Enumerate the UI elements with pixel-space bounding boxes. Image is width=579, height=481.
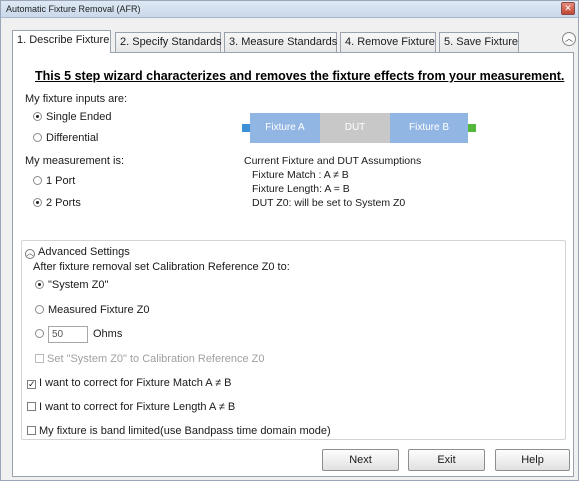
- assumptions-title: Current Fixture and DUT Assumptions: [244, 155, 422, 167]
- dut-block: DUT: [320, 113, 390, 143]
- next-button[interactable]: Next: [322, 449, 399, 471]
- radio-icon: [35, 329, 44, 339]
- window-title: Automatic Fixture Removal (AFR): [6, 4, 141, 14]
- help-button[interactable]: Help: [495, 449, 570, 471]
- title-bar: Automatic Fixture Removal (AFR) ✕: [1, 1, 578, 18]
- exit-button[interactable]: Exit: [408, 449, 485, 471]
- assumption-dut-z0: DUT Z0: will be set to System Z0: [252, 197, 406, 209]
- radio-selected-icon: [33, 112, 42, 121]
- radio-system-z0[interactable]: "System Z0": [35, 279, 108, 291]
- set-system-z0-checkbox[interactable]: Set "System Z0" to Calibration Reference…: [35, 353, 265, 365]
- after-removal-label: After fixture removal set Calibration Re…: [33, 261, 290, 273]
- radio-icon: [35, 305, 44, 314]
- assumption-length: Fixture Length: A = B: [252, 183, 350, 195]
- correct-match-checkbox[interactable]: ✓ I want to correct for Fixture Match A ≠…: [27, 377, 232, 389]
- tab-save-fixture[interactable]: 5. Save Fixture: [439, 32, 519, 52]
- wizard-tabs: 1. Describe Fixture 2. Specify Standards…: [12, 30, 572, 53]
- tab-remove-fixture[interactable]: 4. Remove Fixture: [340, 32, 436, 52]
- close-icon[interactable]: ✕: [561, 2, 575, 15]
- radio-differential[interactable]: Differential: [33, 132, 98, 144]
- port-right-icon: [468, 124, 476, 132]
- checkbox-icon: [35, 354, 44, 363]
- port-left-icon: [242, 124, 250, 132]
- checkbox-icon: [27, 402, 36, 411]
- radio-selected-icon: [35, 280, 44, 289]
- tab-specify-standards[interactable]: 2. Specify Standards: [115, 32, 222, 52]
- radio-measured-fixture-z0[interactable]: Measured Fixture Z0: [35, 304, 149, 316]
- tab-measure-standards[interactable]: 3. Measure Standards: [224, 32, 337, 52]
- radio-1-port[interactable]: 1 Port: [33, 175, 75, 187]
- fixture-b-block: Fixture B: [390, 113, 468, 143]
- afr-dialog: Automatic Fixture Removal (AFR) ✕ 1. Des…: [0, 0, 579, 481]
- fixture-a-block: Fixture A: [250, 113, 320, 143]
- checkbox-checked-icon: ✓: [27, 379, 36, 389]
- collapse-icon: ︿: [25, 249, 35, 259]
- tab-describe-fixture[interactable]: 1. Describe Fixture: [12, 30, 111, 53]
- measurement-label: My measurement is:: [25, 155, 125, 167]
- radio-icon: [33, 133, 42, 142]
- assumption-match: Fixture Match : A ≠ B: [252, 169, 349, 181]
- band-limited-checkbox[interactable]: My fixture is band limited(use Bandpass …: [27, 425, 331, 437]
- correct-length-checkbox[interactable]: I want to correct for Fixture Length A ≠…: [27, 401, 235, 413]
- advanced-settings-toggle[interactable]: ︿ Advanced Settings: [25, 246, 130, 259]
- collapse-chevron-icon[interactable]: ︿: [562, 32, 576, 46]
- radio-selected-icon: [33, 198, 42, 207]
- fixture-inputs-label: My fixture inputs are:: [25, 93, 128, 105]
- radio-custom-ohms[interactable]: 50 Ohms: [35, 326, 122, 343]
- radio-2-ports[interactable]: 2 Ports: [33, 197, 81, 209]
- describe-fixture-panel: This 5 step wizard characterizes and rem…: [12, 52, 574, 477]
- ohms-input[interactable]: 50: [48, 326, 88, 343]
- checkbox-icon: [27, 426, 36, 435]
- radio-icon: [33, 176, 42, 185]
- wizard-headline: This 5 step wizard characterizes and rem…: [35, 69, 565, 83]
- fixture-dut-diagram: Fixture A DUT Fixture B: [242, 113, 478, 143]
- radio-single-ended[interactable]: Single Ended: [33, 111, 111, 123]
